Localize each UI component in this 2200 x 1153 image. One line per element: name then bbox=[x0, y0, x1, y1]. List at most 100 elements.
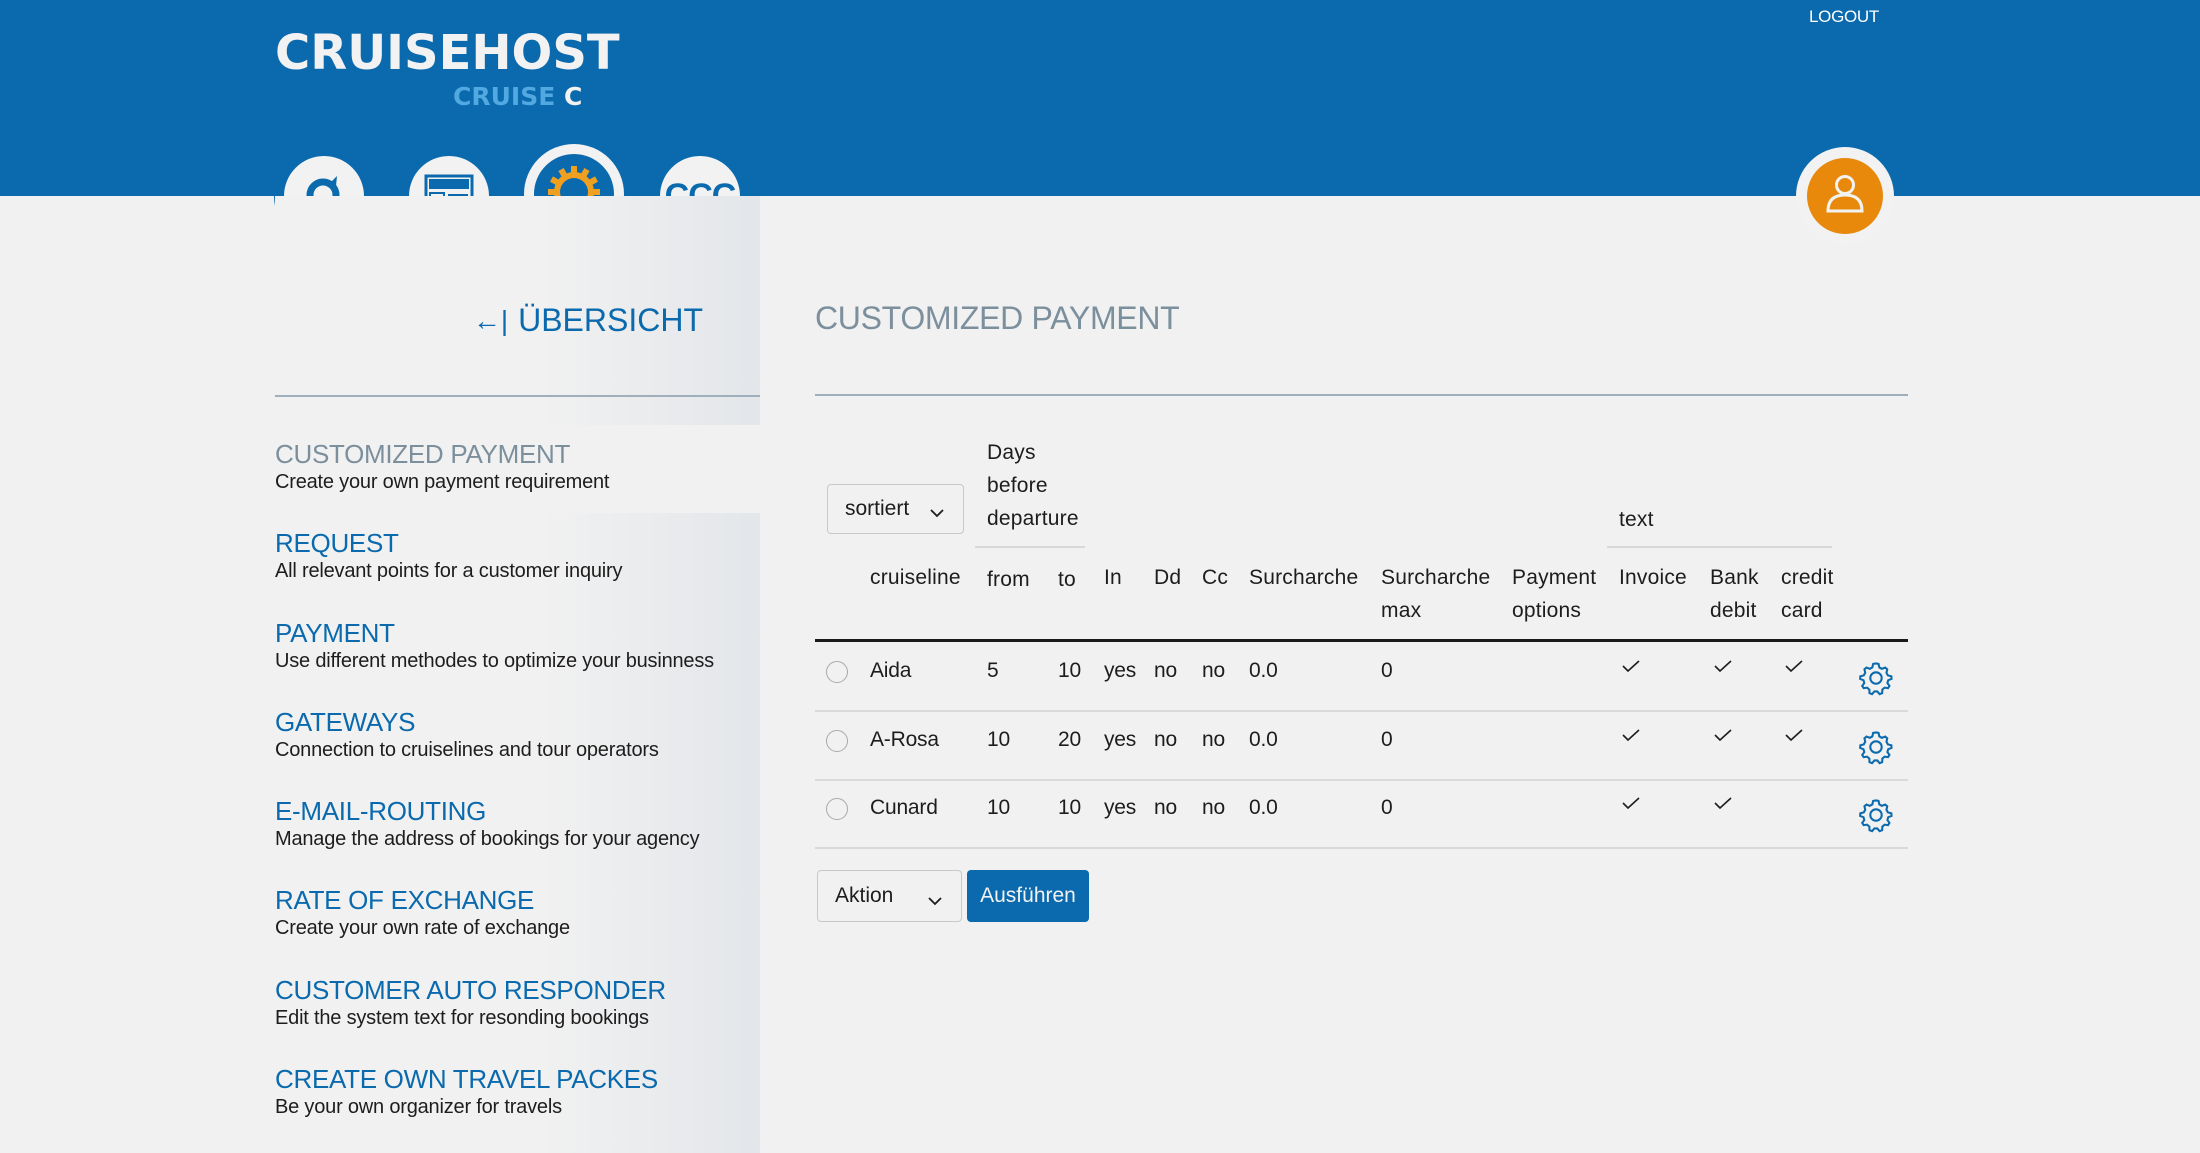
brand-subtitle-suffix: C bbox=[564, 82, 583, 111]
sidebar-item-email-routing[interactable]: E-MAIL-ROUTING Manage the address of boo… bbox=[275, 796, 760, 885]
user-menu[interactable] bbox=[1796, 147, 1894, 245]
column-header-surcharge[interactable]: Surcharche bbox=[1249, 561, 1358, 594]
checkmark-icon bbox=[1621, 728, 1641, 747]
sidebar-item-title: CUSTOMIZED PAYMENT bbox=[275, 439, 571, 469]
sidebar-item-title: RATE OF EXCHANGE bbox=[275, 885, 535, 916]
sidebar-item-customer-auto-responder[interactable]: CUSTOMER AUTO RESPONDER Edit the system … bbox=[275, 975, 760, 1064]
cell-cc: no bbox=[1202, 796, 1225, 819]
column-header-dd[interactable]: Dd bbox=[1154, 561, 1181, 594]
column-header-cc[interactable]: Cc bbox=[1202, 561, 1228, 594]
column-header-from[interactable]: from bbox=[987, 563, 1030, 596]
cell-dd: no bbox=[1154, 659, 1177, 682]
execute-button[interactable]: Ausführen bbox=[967, 870, 1089, 922]
cell-surcharge-max: 0 bbox=[1381, 796, 1393, 819]
cell-in: yes bbox=[1104, 727, 1137, 751]
cell-cc: no bbox=[1202, 727, 1225, 751]
row-select-radio[interactable] bbox=[826, 798, 848, 820]
cell-to: 10 bbox=[1058, 659, 1081, 682]
sidebar-divider bbox=[275, 395, 760, 397]
column-header-line: Surcharche bbox=[1381, 566, 1491, 589]
logout-link[interactable]: LOGOUT bbox=[1809, 7, 1879, 27]
sidebar-item-desc: Be your own organizer for travels bbox=[275, 1096, 562, 1119]
back-to-overview-link[interactable]: ←| ÜBERSICHT bbox=[473, 302, 703, 339]
avatar[interactable] bbox=[1807, 158, 1883, 234]
sidebar-item-title: REQUEST bbox=[275, 528, 399, 559]
action-select-value: Aktion bbox=[835, 884, 894, 907]
column-header-line: debit bbox=[1710, 599, 1757, 622]
cell-surcharge-max: 0 bbox=[1381, 659, 1393, 682]
row-settings-gear-icon[interactable] bbox=[1857, 659, 1895, 702]
sidebar-item-desc: Use different methodes to optimize your … bbox=[275, 649, 714, 672]
sidebar-item-desc: All relevant points for a customer inqui… bbox=[275, 560, 623, 583]
sidebar-item-payment[interactable]: PAYMENT Use different methodes to optimi… bbox=[275, 618, 760, 707]
sort-select[interactable]: sortiert bbox=[827, 484, 964, 534]
sidebar-item-desc: Create your own rate of exchange bbox=[275, 917, 570, 940]
brand-logo[interactable]: CRUISEHOST CRUISE C bbox=[275, 25, 620, 111]
sidebar-item-customized-payment[interactable]: CUSTOMIZED PAYMENT Create your own payme… bbox=[275, 439, 760, 528]
table-row[interactable]: Aida 5 10 yes no no 0.0 0 bbox=[815, 643, 1908, 711]
column-header-line: Payment bbox=[1512, 566, 1597, 589]
cell-from: 10 bbox=[987, 796, 1010, 819]
row-select-radio[interactable] bbox=[826, 729, 848, 752]
column-header-cruiseline[interactable]: cruiseline bbox=[870, 561, 961, 594]
sidebar-item-request[interactable]: REQUEST All relevant points for a custom… bbox=[275, 528, 760, 617]
checkmark-icon bbox=[1621, 659, 1641, 678]
chevron-down-icon bbox=[927, 888, 943, 912]
group-header-line: before bbox=[987, 474, 1048, 497]
group-header-underline bbox=[1607, 546, 1832, 548]
column-header-surcharge-max[interactable]: Surcharche max bbox=[1381, 561, 1490, 627]
sidebar: ←| ÜBERSICHT CUSTOMIZED PAYMENT Create y… bbox=[275, 196, 760, 1153]
column-header-bank-debit[interactable]: Bank debit bbox=[1710, 561, 1759, 627]
column-header-to[interactable]: to bbox=[1058, 563, 1076, 596]
sidebar-item-desc: Edit the system text for resonding booki… bbox=[275, 1006, 649, 1029]
cell-from: 10 bbox=[987, 727, 1010, 751]
cell-to: 20 bbox=[1058, 727, 1081, 751]
row-settings-gear-icon[interactable] bbox=[1857, 796, 1895, 839]
table-row[interactable]: Cunard 10 10 yes no no 0.0 0 bbox=[815, 780, 1908, 848]
cell-to: 10 bbox=[1058, 796, 1081, 819]
cell-surcharge: 0.0 bbox=[1249, 659, 1278, 682]
sidebar-item-desc: Connection to cruiselines and tour opera… bbox=[275, 738, 659, 761]
row-select-radio[interactable] bbox=[826, 661, 848, 683]
column-header-in[interactable]: In bbox=[1104, 561, 1122, 594]
checkmark-icon bbox=[1784, 659, 1804, 678]
cell-surcharge: 0.0 bbox=[1249, 796, 1278, 819]
cell-cruiseline: Aida bbox=[870, 659, 912, 682]
brand-name: CRUISEHOST bbox=[275, 25, 620, 81]
cell-cc: no bbox=[1202, 659, 1225, 682]
column-header-line: Bank bbox=[1710, 566, 1759, 589]
brand-subtitle-prefix: CRUISE bbox=[453, 82, 556, 111]
cell-from: 5 bbox=[987, 659, 999, 682]
sidebar-item-gateways[interactable]: GATEWAYS Connection to cruiselines and t… bbox=[275, 707, 760, 796]
sidebar-item-title: E-MAIL-ROUTING bbox=[275, 796, 487, 827]
checkmark-icon bbox=[1713, 796, 1733, 815]
brand-subtitle: CRUISE C bbox=[453, 82, 582, 111]
cell-dd: no bbox=[1154, 727, 1177, 751]
title-divider bbox=[815, 394, 1908, 396]
column-header-invoice[interactable]: Invoice bbox=[1619, 561, 1687, 594]
sidebar-item-create-own-travel-packes[interactable]: CREATE OWN TRAVEL PACKES Be your own org… bbox=[275, 1064, 760, 1153]
sidebar-item-title: PAYMENT bbox=[275, 617, 395, 648]
cell-dd: no bbox=[1154, 796, 1177, 819]
column-header-payment-options[interactable]: Payment options bbox=[1512, 561, 1596, 627]
table-header-divider bbox=[815, 639, 1908, 642]
sidebar-item-rate-of-exchange[interactable]: RATE OF EXCHANGE Create your own rate of… bbox=[275, 885, 760, 974]
group-header-underline bbox=[975, 546, 1085, 548]
cell-in: yes bbox=[1104, 796, 1137, 819]
sidebar-item-desc: Manage the address of bookings for your … bbox=[275, 828, 700, 851]
page-title: CUSTOMIZED PAYMENT bbox=[815, 300, 1180, 336]
action-select[interactable]: Aktion bbox=[817, 870, 962, 922]
checkmark-icon bbox=[1713, 659, 1733, 678]
cell-cruiseline: A-Rosa bbox=[870, 727, 939, 751]
sidebar-item-title: GATEWAYS bbox=[275, 706, 416, 737]
row-settings-gear-icon[interactable] bbox=[1857, 728, 1895, 771]
sidebar-item-title: CREATE OWN TRAVEL PACKES bbox=[275, 1064, 658, 1095]
checkmark-icon bbox=[1784, 728, 1804, 747]
group-header-line: Days bbox=[987, 441, 1036, 464]
back-link-label: ÜBERSICHT bbox=[518, 302, 703, 338]
table-row[interactable]: A-Rosa 10 20 yes no no 0.0 0 bbox=[815, 712, 1908, 780]
column-header-credit-card[interactable]: credit card bbox=[1781, 561, 1834, 627]
sort-select-value: sortiert bbox=[845, 497, 910, 520]
cell-in: yes bbox=[1104, 659, 1137, 682]
checkmark-icon bbox=[1621, 796, 1641, 815]
